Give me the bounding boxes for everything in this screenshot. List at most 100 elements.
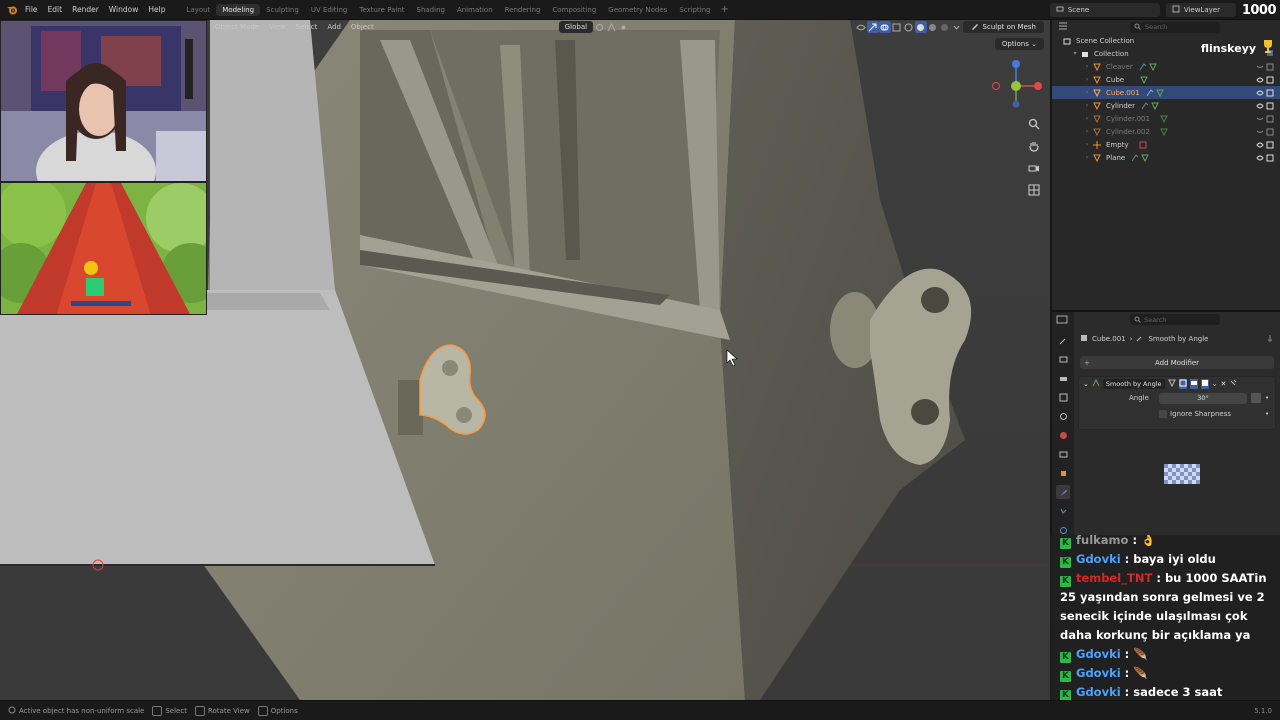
menu-window[interactable]: Window (104, 5, 144, 14)
keyframe-dot-icon[interactable]: • (1265, 410, 1269, 418)
gizmo-toggle-icon[interactable] (866, 21, 879, 33)
chevron-down-icon[interactable]: ⌄ (1083, 380, 1089, 388)
tab-layout[interactable]: Layout (180, 4, 216, 16)
viewport-mode[interactable]: Object Mode (210, 23, 264, 31)
viewport-menu-object[interactable]: Object (346, 23, 379, 31)
eye-icon[interactable] (1256, 76, 1274, 84)
outliner-item-cube[interactable]: › Cube (1052, 73, 1280, 86)
collection-tab-icon[interactable] (1056, 447, 1070, 461)
viewport-menu-add[interactable]: Add (322, 23, 346, 31)
navigation-gizmo[interactable] (988, 56, 1048, 116)
modifier-tab-icon[interactable] (1056, 485, 1070, 500)
tab-compositing[interactable]: Compositing (546, 4, 602, 16)
transform-orientation-dropdown[interactable]: Global (558, 21, 594, 33)
chevron-down-icon[interactable]: ⌄ (1212, 380, 1218, 388)
tab-geometry-nodes[interactable]: Geometry Nodes (602, 4, 673, 16)
eye-icon[interactable] (1256, 102, 1274, 110)
tab-uv-editing[interactable]: UV Editing (305, 4, 354, 16)
outliner-item-empty[interactable]: › Empty (1052, 138, 1280, 151)
chevron-right-icon[interactable]: › (1082, 141, 1092, 148)
menu-help[interactable]: Help (143, 5, 170, 14)
zoom-icon[interactable] (1026, 116, 1042, 132)
chevron-right-icon[interactable]: › (1082, 76, 1092, 83)
tab-shading[interactable]: Shading (411, 4, 451, 16)
chevron-down-icon[interactable]: ▾ (1070, 50, 1080, 57)
camera-icon[interactable] (1026, 160, 1042, 176)
visibility-icon[interactable] (855, 21, 867, 33)
render-toggle-icon[interactable] (1200, 378, 1209, 389)
menu-edit[interactable]: Edit (43, 5, 68, 14)
viewport-toggle-icon[interactable] (1189, 378, 1198, 389)
menu-render[interactable]: Render (67, 5, 104, 14)
chevron-right-icon[interactable]: › (1082, 102, 1092, 109)
add-workspace-button[interactable]: + (716, 4, 732, 15)
chevron-right-icon[interactable]: › (1082, 128, 1092, 135)
tab-animation[interactable]: Animation (451, 4, 499, 16)
scene-tab-icon[interactable] (1056, 410, 1070, 424)
properties-search-input[interactable]: Search (1130, 314, 1220, 325)
outliner-item-cylinder-002[interactable]: › Cylinder.002 (1052, 125, 1280, 138)
close-icon[interactable]: ✕ (1220, 380, 1226, 388)
outliner-item-plane[interactable]: › Plane (1052, 151, 1280, 164)
view-layer-selector[interactable]: ViewLayer (1165, 3, 1236, 17)
viewport-menu-view[interactable]: View (264, 23, 291, 31)
pan-hand-icon[interactable] (1026, 138, 1042, 154)
menu-file[interactable]: File (20, 5, 43, 14)
tab-modeling[interactable]: Modeling (216, 3, 261, 16)
hidden-eye-icon[interactable] (1256, 128, 1274, 136)
add-modifier-button[interactable]: + Add Modifier (1080, 356, 1274, 369)
blender-logo-icon[interactable] (4, 2, 20, 18)
outliner-item-cylinder-001[interactable]: › Cylinder.001 (1052, 112, 1280, 125)
shading-material-icon[interactable] (927, 21, 939, 33)
view-layer-tab-icon[interactable] (1056, 391, 1070, 405)
world-tab-icon[interactable] (1056, 429, 1070, 443)
shading-wireframe-icon[interactable] (903, 21, 915, 33)
tab-texture-paint[interactable]: Texture Paint (353, 4, 410, 16)
snap-icon[interactable] (605, 21, 617, 33)
shading-rendered-icon[interactable] (939, 21, 951, 33)
chevron-down-icon[interactable] (951, 21, 963, 33)
scene-selector[interactable]: Scene (1049, 3, 1160, 17)
properties-editor-icon[interactable] (1056, 315, 1068, 326)
output-tab-icon[interactable] (1056, 372, 1070, 386)
outliner-item-cylinder[interactable]: › Cylinder (1052, 99, 1280, 112)
pivot-icon[interactable] (593, 21, 605, 33)
node-socket-icon[interactable] (1251, 393, 1261, 403)
outliner-search-input[interactable]: Search (1130, 21, 1220, 33)
eye-icon[interactable] (1256, 154, 1274, 162)
modifier-name-field[interactable]: Smooth by Angle (1102, 378, 1165, 389)
chevron-right-icon[interactable]: › (1082, 154, 1092, 161)
sculpt-on-mesh-button[interactable]: Sculpt on Mesh (962, 21, 1044, 33)
hidden-eye-icon[interactable] (1256, 63, 1274, 71)
tab-scripting[interactable]: Scripting (673, 4, 716, 16)
xray-icon[interactable] (891, 21, 903, 33)
viewport-options-button[interactable]: Options ⌄ (994, 38, 1044, 50)
angle-field[interactable]: 30° (1159, 392, 1247, 404)
cage-toggle-icon[interactable] (1178, 378, 1187, 389)
edit-mode-toggle-icon[interactable] (1167, 379, 1176, 389)
ignore-sharpness-checkbox[interactable] (1159, 410, 1167, 418)
pin-icon[interactable] (1229, 379, 1237, 389)
render-tab-icon[interactable] (1056, 353, 1070, 367)
particles-tab-icon[interactable] (1056, 504, 1070, 518)
eye-icon[interactable] (1256, 89, 1274, 97)
chevron-right-icon[interactable]: › (1082, 89, 1092, 96)
eye-icon[interactable] (1256, 141, 1274, 149)
hidden-eye-icon[interactable] (1256, 115, 1274, 123)
keyframe-dot-icon[interactable]: • (1265, 394, 1269, 402)
grid-perspective-icon[interactable] (1026, 182, 1042, 198)
tool-tab-icon[interactable] (1056, 334, 1070, 348)
tab-rendering[interactable]: Rendering (499, 4, 547, 16)
proportional-edit-icon[interactable] (617, 21, 629, 33)
chevron-right-icon[interactable]: › (1082, 63, 1092, 70)
chevron-right-icon[interactable]: › (1082, 115, 1092, 122)
pin-icon[interactable] (1266, 334, 1274, 344)
overlay-toggle-icon[interactable] (878, 21, 891, 33)
shading-solid-icon[interactable] (914, 21, 927, 33)
outliner-editor-icon[interactable] (1058, 22, 1068, 32)
viewport-menu-select[interactable]: Select (291, 23, 323, 31)
object-tab-icon[interactable] (1056, 466, 1070, 480)
outliner-item-cube-001[interactable]: › Cube.001 (1052, 86, 1280, 99)
outliner-item-cleaver[interactable]: › Cleaver (1052, 60, 1280, 73)
tab-sculpting[interactable]: Sculpting (260, 4, 305, 16)
